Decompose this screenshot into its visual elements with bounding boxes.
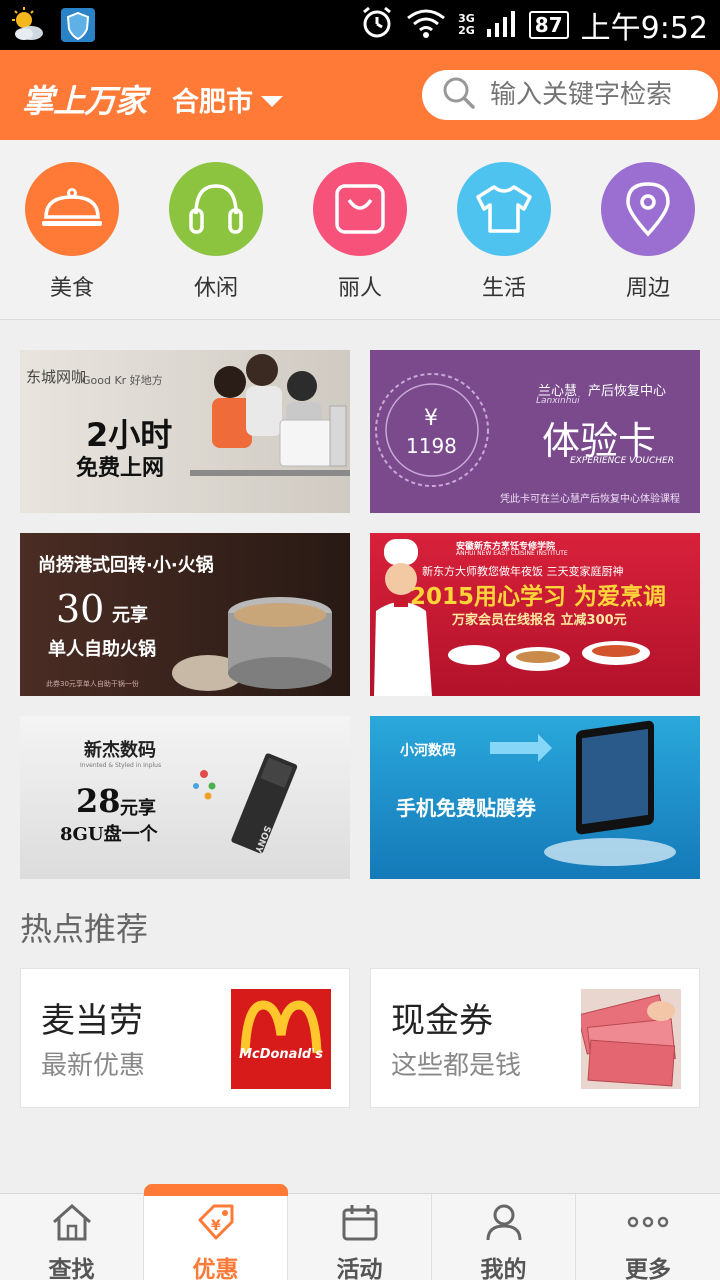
category-label: 休闲	[193, 276, 238, 301]
promo-banner-hotpot[interactable]: 尚捞港式回转·小·火锅 30 元享 单人自助火锅 此券30元享单人自助干锅一份	[20, 533, 350, 696]
clock: 上午9:52	[580, 11, 708, 46]
app-logo: 掌上万家	[22, 82, 147, 120]
category-label: 生活	[481, 276, 526, 301]
hot-card-subtitle: 这些都是钱	[391, 1051, 522, 1081]
hot-card-mcdonalds[interactable]: 麦当劳 最新优惠 McDonald's	[20, 968, 350, 1108]
banner-brand: 新杰数码	[84, 740, 156, 761]
banner-subtitle: 产后恢复中心	[588, 384, 667, 399]
banner-note: 凭此卡可在兰心慧产后恢复中心体验课程	[500, 494, 680, 505]
location-pin-icon	[601, 162, 695, 256]
category-life[interactable]: 生活	[456, 162, 552, 302]
svg-text:¥: ¥	[211, 1218, 221, 1234]
promo-banner-cooking-school[interactable]: 安徽新东方烹饪专修学院 ANHUI NEW EAST CUISINE INSTI…	[370, 533, 700, 696]
mcdonalds-logo: McDonald's	[231, 989, 331, 1089]
coupon-tag-icon: ¥	[194, 1202, 238, 1246]
banner-price-unit: 元享	[112, 605, 148, 626]
hot-card-name: 麦当劳	[41, 1001, 143, 1041]
category-nearby[interactable]: 周边	[600, 162, 696, 302]
alarm-icon	[360, 6, 394, 44]
section-title-hot: 热点推荐	[20, 910, 149, 948]
hotpot-illustration	[172, 597, 332, 691]
hot-card-cash-coupon[interactable]: 现金券 这些都是钱	[370, 968, 700, 1108]
nav-label: 更多	[625, 1257, 671, 1280]
user-icon	[482, 1202, 526, 1246]
search-input[interactable]	[490, 80, 690, 110]
bag-icon	[313, 162, 407, 256]
more-dots-icon	[624, 1202, 672, 1246]
category-leisure[interactable]: 休闲	[168, 162, 264, 302]
promo-banner-usb[interactable]: 新杰数码 Invented & Styled in Inplus 28 元享 8…	[20, 716, 350, 879]
wifi-icon	[406, 8, 446, 42]
nav-label: 优惠	[192, 1257, 239, 1280]
banner-brand-en: Invented & Styled in Inplus	[80, 762, 162, 769]
weather-icon	[10, 7, 46, 47]
nav-label: 查找	[48, 1257, 95, 1280]
nav-label: 活动	[336, 1257, 383, 1280]
banner-line2: 单人自助火锅	[48, 639, 156, 660]
signal-icon	[486, 9, 517, 41]
nav-label: 我的	[480, 1257, 527, 1280]
banner-price: 1198	[406, 434, 457, 458]
nav-item-search[interactable]: 查找	[0, 1194, 144, 1280]
banknotes-image	[581, 989, 681, 1089]
banner-title-en: EXPERIENCE VOUCHER	[570, 456, 674, 466]
app-header: 掌上万家 合肥市	[0, 50, 720, 140]
shield-app-icon	[60, 7, 96, 47]
nav-item-more[interactable]: 更多	[576, 1194, 720, 1280]
network-type: 3G 2G	[458, 12, 475, 37]
hot-card-name: 现金券	[391, 1001, 493, 1041]
promo-banner-screen-film[interactable]: 小河数码 手机免费贴膜券	[370, 716, 700, 879]
battery-indicator: 87	[528, 11, 569, 39]
logo-text: McDonald's	[239, 1047, 323, 1062]
banner-line2: 免费上网	[76, 456, 165, 481]
banner-brand: 东城网咖	[26, 368, 87, 386]
category-food[interactable]: 美食	[24, 162, 120, 302]
nav-item-events[interactable]: 活动	[288, 1194, 432, 1280]
banner-badge: Good Kr 好地方	[82, 374, 163, 387]
nav-item-mine[interactable]: 我的	[432, 1194, 576, 1280]
city-selector[interactable]: 合肥市	[172, 80, 283, 119]
promo-banner-internet-cafe[interactable]: 东城网咖 Good Kr 好地方 2小时 免费上网	[20, 350, 350, 513]
chef-illustration	[374, 539, 650, 696]
usb-drive-illustration	[193, 753, 298, 854]
category-label: 丽人	[337, 276, 382, 301]
bottom-nav: 查找 ¥ 优惠 活动 我的 更多	[0, 1184, 720, 1280]
category-beauty[interactable]: 丽人	[312, 162, 408, 302]
city-label: 合肥市	[172, 87, 253, 118]
category-bar: 美食 休闲 丽人 生活 周边	[0, 140, 720, 320]
banner-price-unit: 元享	[120, 798, 156, 819]
banner-line2: 8GU盘一个	[60, 824, 158, 845]
tablet-illustration	[490, 720, 676, 866]
status-bar: 3G 2G 87 上午9:52	[0, 0, 720, 50]
headphones-icon	[169, 162, 263, 256]
price-symbol: ¥	[424, 406, 438, 431]
search-icon	[442, 76, 476, 114]
home-icon	[50, 1202, 94, 1246]
category-label: 美食	[49, 276, 94, 301]
tshirt-icon	[457, 162, 551, 256]
calendar-icon	[338, 1202, 382, 1246]
chevron-down-icon	[261, 96, 283, 107]
gamers-illustration	[190, 354, 350, 476]
hot-card-subtitle: 最新优惠	[41, 1051, 146, 1081]
nav-item-deals[interactable]: ¥ 优惠	[144, 1184, 288, 1280]
category-label: 周边	[625, 276, 670, 301]
search-box[interactable]	[422, 70, 718, 120]
cloche-icon	[25, 162, 119, 256]
promo-banner-postpartum[interactable]: ¥ 1198 兰心慧 Lanxinhui 产后恢复中心 体验卡 EXPERIEN…	[370, 350, 700, 513]
banner-price: 30	[56, 587, 105, 631]
banner-note: 此券30元享单人自助干锅一份	[46, 680, 139, 688]
banner-price: 28	[76, 782, 121, 820]
banner-brand-en: Lanxinhui	[536, 396, 580, 406]
